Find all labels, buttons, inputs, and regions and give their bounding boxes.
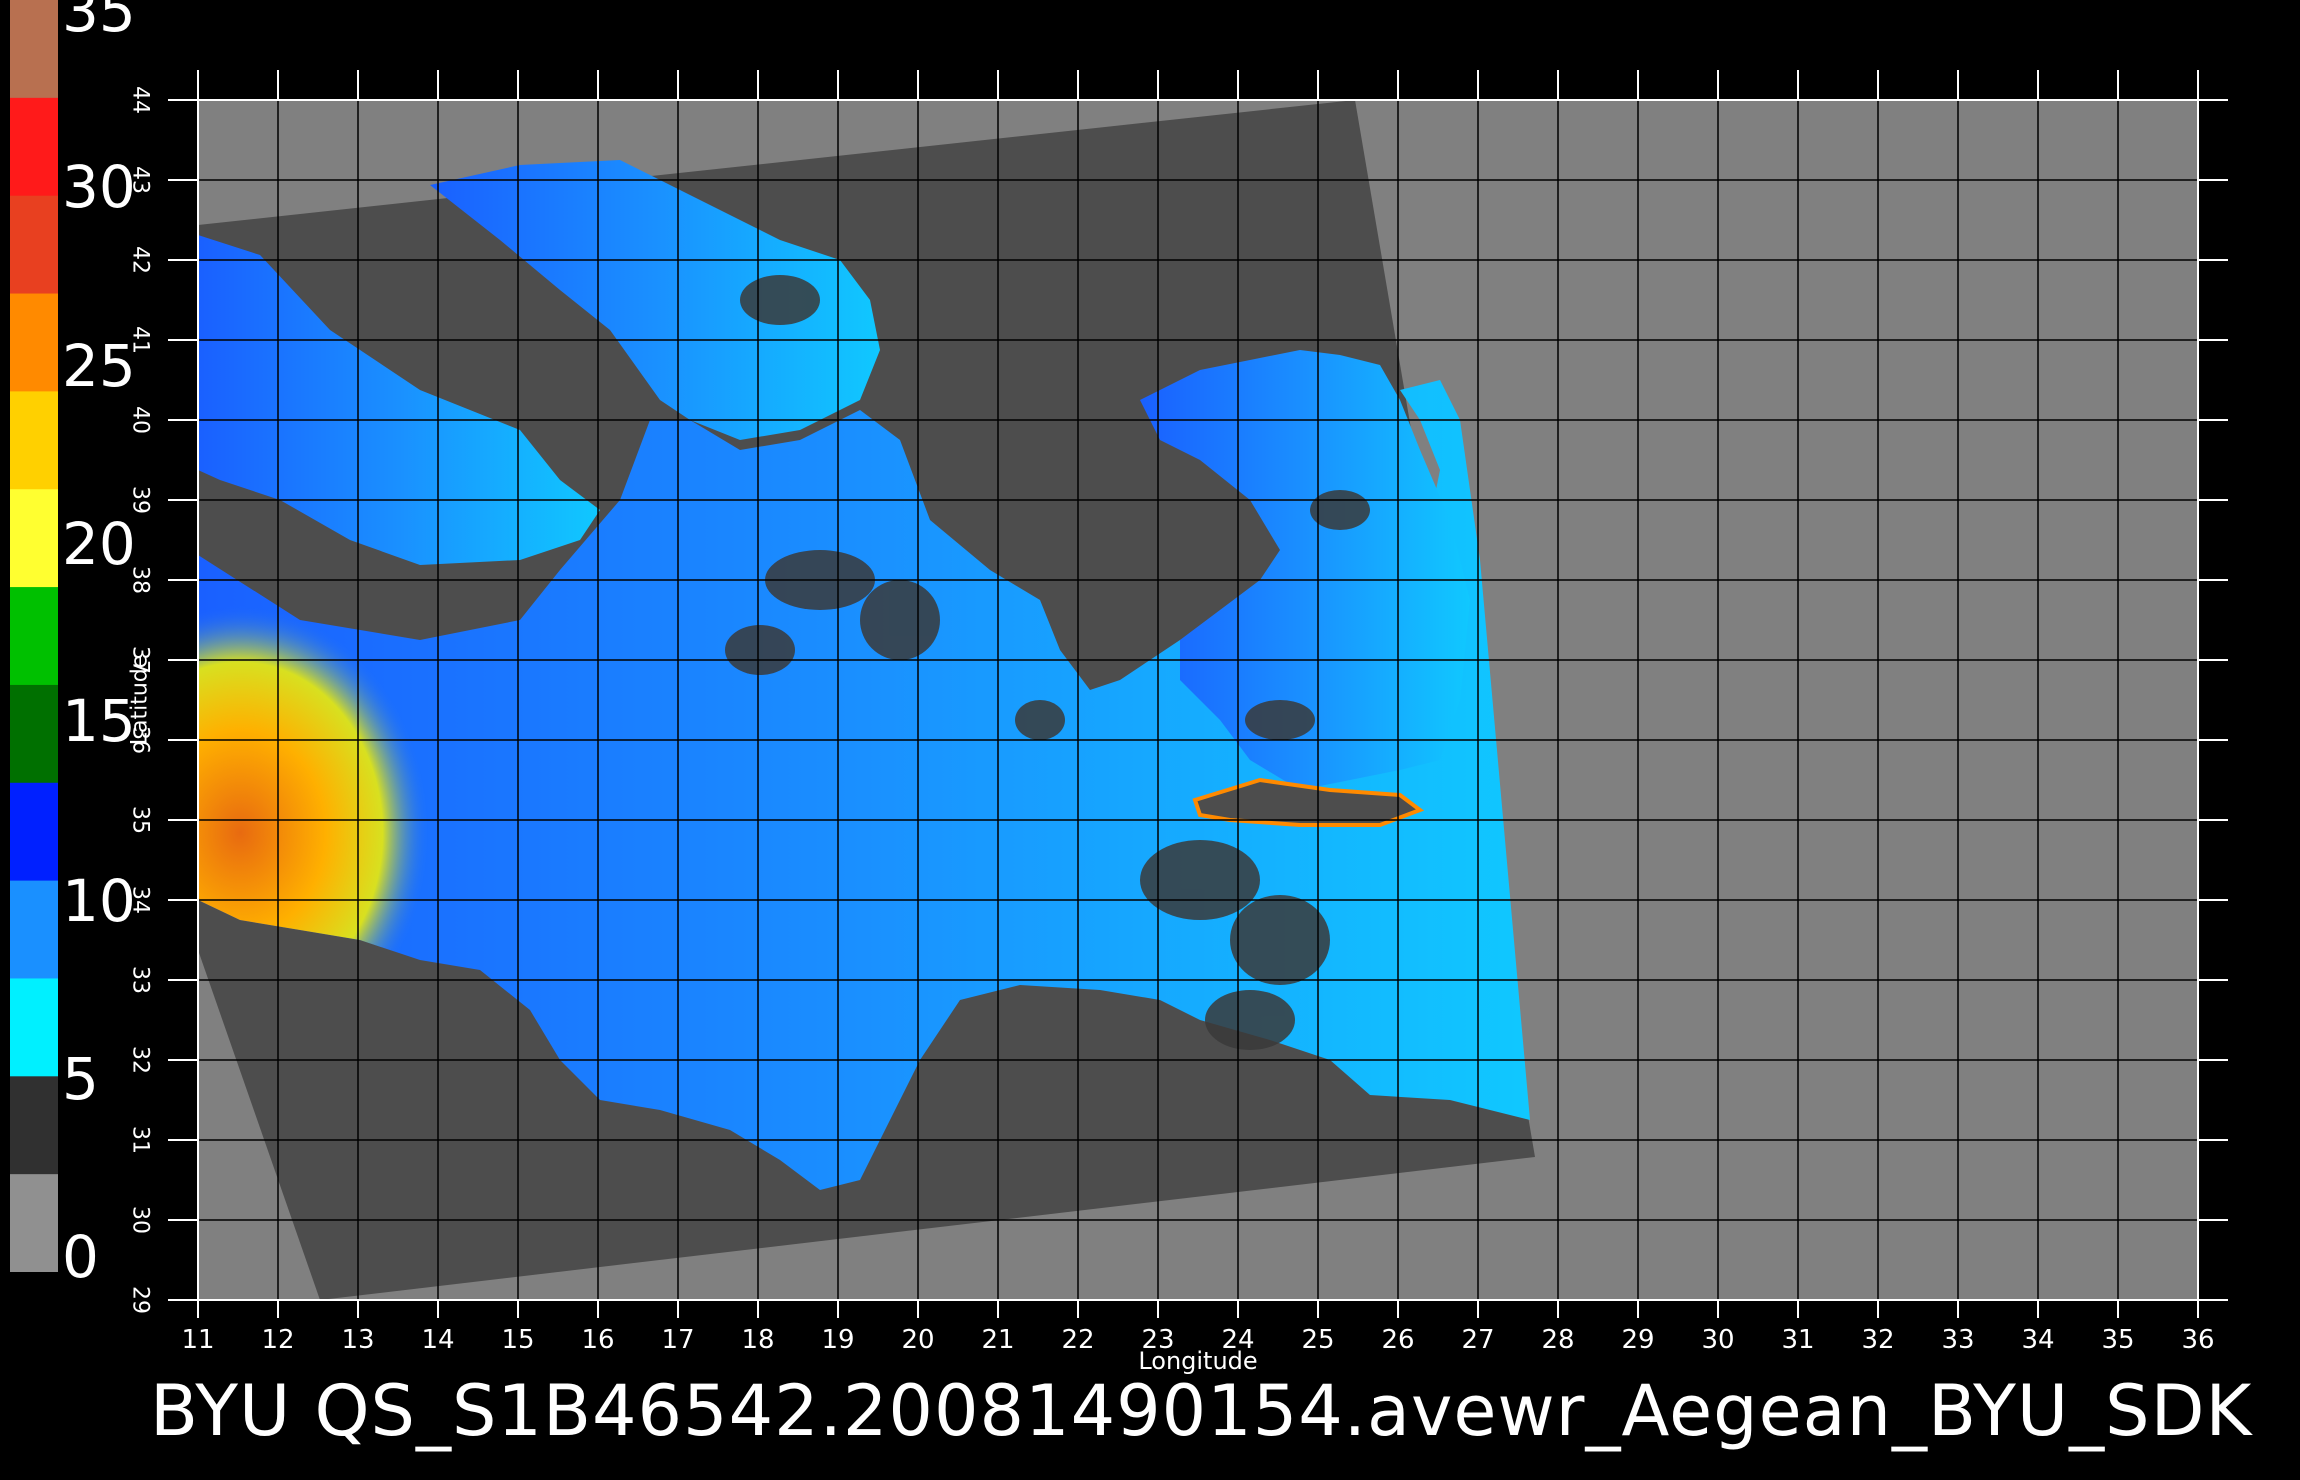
x-tick-label: 36 [2181, 1325, 2215, 1355]
y-axis-label: Latitude [127, 654, 153, 746]
y-tick-label: 40 [127, 406, 153, 434]
y-tick-label: 44 [127, 86, 153, 114]
x-tick-label: 18 [741, 1325, 775, 1355]
x-tick-label: 30 [1701, 1325, 1735, 1355]
y-tick-label: 33 [127, 966, 153, 994]
x-tick-label: 35 [2101, 1325, 2135, 1355]
x-tick-label: 13 [341, 1325, 375, 1355]
x-tick-label: 11 [181, 1325, 215, 1355]
footer-title: BYU QS_S1B46542.20081490154.avewr_Aegean… [150, 1370, 2253, 1452]
x-tick-label: 26 [1381, 1325, 1415, 1355]
x-tick-label: 19 [821, 1325, 855, 1355]
x-tick-label: 21 [981, 1325, 1015, 1355]
x-tick-label: 22 [1061, 1325, 1095, 1355]
x-tick-label: 12 [261, 1325, 295, 1355]
x-tick-label: 32 [1861, 1325, 1895, 1355]
y-tick-label: 32 [127, 1046, 153, 1074]
y-tick-label: 35 [127, 806, 153, 834]
wind-map [168, 70, 2228, 1318]
x-tick-label: 20 [901, 1325, 935, 1355]
x-tick-label: 15 [501, 1325, 535, 1355]
y-tick-label: 29 [127, 1286, 153, 1314]
y-tick-label: 30 [127, 1206, 153, 1234]
y-tick-label: 34 [127, 886, 153, 914]
x-tick-label: 14 [421, 1325, 455, 1355]
y-tick-label: 41 [127, 326, 153, 354]
x-tick-label: 16 [581, 1325, 615, 1355]
x-tick-label: 25 [1301, 1325, 1335, 1355]
x-tick-label: 27 [1461, 1325, 1495, 1355]
y-tick-label: 43 [127, 166, 153, 194]
y-tick-label: 31 [127, 1126, 153, 1154]
x-tick-label: 33 [1941, 1325, 1975, 1355]
y-tick-label: 42 [127, 246, 153, 274]
x-tick-label: 31 [1781, 1325, 1815, 1355]
x-tick-label: 34 [2021, 1325, 2055, 1355]
y-tick-label: 38 [127, 566, 153, 594]
y-tick-label: 39 [127, 486, 153, 514]
x-tick-label: 29 [1621, 1325, 1655, 1355]
x-tick-label: 17 [661, 1325, 695, 1355]
x-tick-label: 28 [1541, 1325, 1575, 1355]
